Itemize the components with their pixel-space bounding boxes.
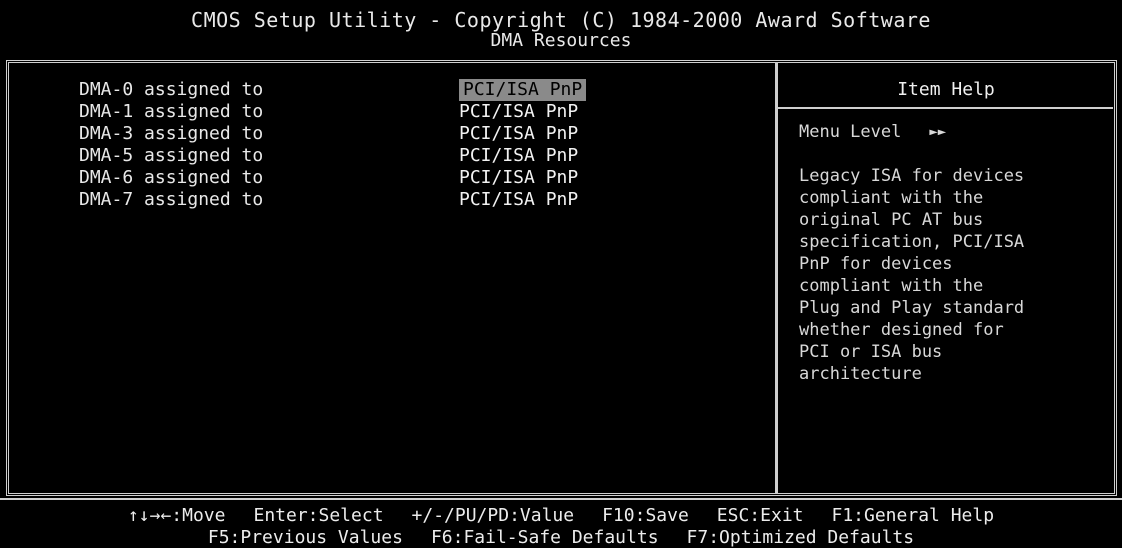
- page-title: DMA Resources: [490, 30, 632, 51]
- setting-row-dma-3[interactable]: DMA-3 assigned to PCI/ISA PnP: [79, 123, 759, 145]
- header: CMOS Setup Utility - Copyright (C) 1984-…: [0, 0, 1122, 62]
- footer-optimized-defaults-hint: F7:Optimized Defaults: [686, 527, 915, 548]
- setting-value[interactable]: PCI/ISA PnP: [459, 123, 578, 145]
- footer-move-hint: ↑↓→←:Move: [127, 505, 226, 526]
- menu-level: Menu Level ►►: [799, 121, 1111, 143]
- setting-value[interactable]: PCI/ISA PnP: [459, 189, 578, 211]
- setting-label: DMA-0 assigned to: [79, 79, 264, 100]
- setting-row-dma-6[interactable]: DMA-6 assigned to PCI/ISA PnP: [79, 167, 759, 189]
- setting-row-dma-7[interactable]: DMA-7 assigned to PCI/ISA PnP: [79, 189, 759, 211]
- settings-list: DMA-0 assigned to PCI/ISA PnP DMA-1 assi…: [79, 79, 759, 211]
- footer-divider: [0, 498, 1122, 500]
- menu-level-arrow-icon: ►►: [929, 124, 947, 140]
- item-help-title: Item Help: [897, 79, 995, 100]
- footer-select-hint: Enter:Select: [253, 505, 384, 526]
- footer-save-hint: F10:Save: [602, 505, 689, 526]
- footer-help-hint: F1:General Help: [831, 505, 995, 526]
- footer-failsafe-defaults-hint: F6:Fail-Safe Defaults: [430, 527, 659, 548]
- setting-label: DMA-7 assigned to: [79, 189, 264, 210]
- app-title: CMOS Setup Utility - Copyright (C) 1984-…: [191, 8, 931, 32]
- help-panel: Menu Level ►► Legacy ISA for devices com…: [799, 121, 1111, 385]
- bios-screen: CMOS Setup Utility - Copyright (C) 1984-…: [0, 0, 1122, 548]
- setting-row-dma-5[interactable]: DMA-5 assigned to PCI/ISA PnP: [79, 145, 759, 167]
- setting-label: DMA-6 assigned to: [79, 167, 264, 188]
- panel-divider: [775, 63, 778, 493]
- setting-row-dma-1[interactable]: DMA-1 assigned to PCI/ISA PnP: [79, 101, 759, 123]
- setting-value[interactable]: PCI/ISA PnP: [459, 79, 587, 101]
- menu-level-label: Menu Level: [799, 122, 902, 142]
- setting-value[interactable]: PCI/ISA PnP: [459, 167, 578, 189]
- footer-previous-values-hint: F5:Previous Values: [207, 527, 403, 548]
- setting-value[interactable]: PCI/ISA PnP: [459, 101, 578, 123]
- main-panel: DMA-0 assigned to PCI/ISA PnP DMA-1 assi…: [6, 60, 1117, 496]
- footer-row-2: F5:Previous Values F6:Fail-Safe Defaults…: [0, 528, 1122, 548]
- footer: ↑↓→←:Move Enter:Select +/-/PU/PD:Value F…: [0, 506, 1122, 548]
- setting-label: DMA-1 assigned to: [79, 101, 264, 122]
- setting-label: DMA-3 assigned to: [79, 123, 264, 144]
- setting-value[interactable]: PCI/ISA PnP: [459, 145, 578, 167]
- footer-value-hint: +/-/PU/PD:Value: [411, 505, 575, 526]
- help-text: Legacy ISA for devices compliant with th…: [799, 166, 1025, 384]
- setting-row-dma-0[interactable]: DMA-0 assigned to PCI/ISA PnP: [79, 79, 759, 101]
- item-help-divider: [775, 107, 1113, 109]
- footer-exit-hint: ESC:Exit: [716, 505, 804, 526]
- footer-row-1: ↑↓→←:Move Enter:Select +/-/PU/PD:Value F…: [0, 506, 1122, 526]
- setting-label: DMA-5 assigned to: [79, 145, 264, 166]
